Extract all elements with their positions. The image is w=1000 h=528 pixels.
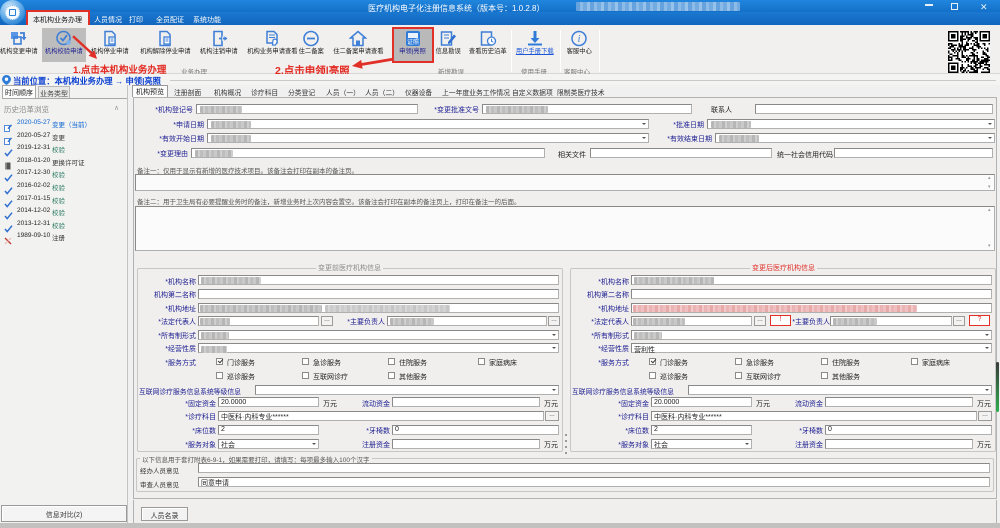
- svg-text:i: i: [578, 34, 581, 45]
